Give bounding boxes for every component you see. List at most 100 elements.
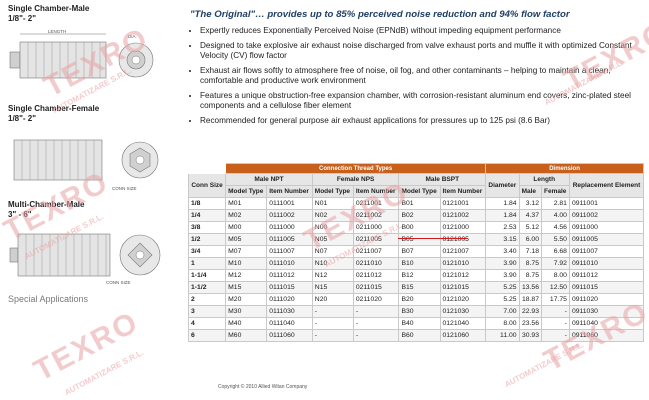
cell-nps-item: - [352, 305, 400, 318]
cell-nps-model: - [311, 305, 354, 318]
band-connection-thread-types: Connection Thread Types [225, 163, 487, 174]
cell-length-male: 30.93 [518, 329, 543, 342]
table-row: 1/4 M02 0111002 N02 0211002 B02 0121002 1.84 4.3… [187, 209, 645, 222]
cell-conn-size: 6 [187, 329, 227, 342]
cell-conn-size: 1/4 [187, 209, 227, 222]
cell-npt-model: M60 [225, 329, 268, 342]
specification-table: Connection Thread Types Dimension Conn S… [187, 163, 645, 342]
cell-conn-size: 4 [187, 317, 227, 330]
cell-npt-item: 0111002 [266, 209, 313, 222]
cell-length-female: - [541, 305, 570, 318]
cell-diameter: 5.25 [485, 293, 520, 306]
cell-npt-item: 0111007 [266, 245, 313, 258]
col-item-number: Item Number [439, 185, 487, 198]
product2-size: 1/8"- 2" [8, 114, 37, 123]
cell-npt-model: M15 [225, 281, 268, 294]
cell-bspt-item: 0121000 [439, 221, 487, 234]
cell-diameter: 1.84 [485, 209, 520, 222]
cell-diameter: 2.53 [485, 221, 520, 234]
conn-size-label-2: CONN SIZE [106, 280, 131, 285]
cell-bspt-model: B10 [398, 257, 441, 270]
cell-diameter: 5.25 [485, 281, 520, 294]
cell-bspt-item: 0121030 [439, 305, 487, 318]
cell-length-female: 4.56 [541, 221, 570, 234]
cell-nps-model: N15 [311, 281, 354, 294]
cell-bspt-item: 0121002 [439, 209, 487, 222]
specification-table-body: 1/8 M01 0111001 N01 0211001 B01 0121001 1.84 3.1… [187, 197, 645, 342]
cell-bspt-item: 0121040 [439, 317, 487, 330]
cell-npt-item: 0111001 [266, 197, 313, 210]
cell-diameter: 3.40 [485, 245, 520, 258]
cell-npt-item: 0111060 [266, 329, 313, 342]
cell-conn-size: 2 [187, 293, 227, 306]
cell-replacement: 0911000 [568, 221, 645, 234]
col-length: Length [518, 173, 570, 186]
cell-npt-model: M01 [225, 197, 268, 210]
cell-npt-model: M40 [225, 317, 268, 330]
col-conn-size: Conn Size [187, 173, 227, 198]
cell-npt-item: 0111015 [266, 281, 313, 294]
col-length-female: Female [541, 185, 570, 198]
table-row: 1-1/4 M12 0111012 N12 0211012 B12 0121012 3.90 8… [187, 269, 645, 282]
cell-bspt-item: 0121007 [439, 245, 487, 258]
cell-bspt-model: B05 [398, 233, 441, 246]
cell-bspt-model: B12 [398, 269, 441, 282]
cell-length-male: 13.56 [518, 281, 543, 294]
cell-conn-size: 1/2 [187, 233, 227, 246]
cell-length-female: 5.50 [541, 233, 570, 246]
cell-conn-size: 3/4 [187, 245, 227, 258]
cell-bspt-model: B30 [398, 305, 441, 318]
cell-npt-item: 0111012 [266, 269, 313, 282]
cell-replacement: 0911005 [568, 233, 645, 246]
cell-nps-item: 0211012 [352, 269, 400, 282]
cell-length-male: 8.75 [518, 269, 543, 282]
cell-bspt-item: 0121020 [439, 293, 487, 306]
cell-conn-size: 3 [187, 305, 227, 318]
cell-nps-model: - [311, 329, 354, 342]
cell-nps-item: - [352, 317, 400, 330]
cell-replacement: 0911015 [568, 281, 645, 294]
cell-npt-model: M00 [225, 221, 268, 234]
cell-replacement: 0911007 [568, 245, 645, 258]
cell-bspt-item: 0121005 [439, 233, 487, 246]
cell-length-male: 6.00 [518, 233, 543, 246]
cell-diameter: 1.84 [485, 197, 520, 210]
copyright: Copyright © 2010 Allied Witan Company [218, 384, 308, 390]
cell-replacement: 0911012 [568, 269, 645, 282]
cell-length-female: 7.92 [541, 257, 570, 270]
cell-npt-model: M12 [225, 269, 268, 282]
cell-conn-size: 1-1/4 [187, 269, 227, 282]
cell-length-male: 5.12 [518, 221, 543, 234]
cell-bspt-item: 0121010 [439, 257, 487, 270]
col-male-bspt: Male BSPT [398, 173, 487, 186]
cell-length-female: 8.00 [541, 269, 570, 282]
table-row: 3/4 M07 0111007 N07 0211007 B07 0121007 3.40 7.1… [187, 245, 645, 258]
cell-replacement: 0911010 [568, 257, 645, 270]
cell-npt-item: 0111040 [266, 317, 313, 330]
cell-conn-size: 1 [187, 257, 227, 270]
cell-nps-item: - [352, 329, 400, 342]
cell-npt-model: M05 [225, 233, 268, 246]
feature-bullet: Recommended for general purpose air exha… [200, 116, 645, 127]
length-label: LENGTH [48, 29, 66, 34]
cell-npt-model: M07 [225, 245, 268, 258]
table-row: 1-1/2 M15 0111015 N15 0211015 B15 0121015 5.25 1… [187, 281, 645, 294]
cell-npt-item: 0111020 [266, 293, 313, 306]
cell-npt-item: 0111010 [266, 257, 313, 270]
special-applications-link[interactable]: Special Applications [8, 294, 88, 304]
cell-bspt-model: B02 [398, 209, 441, 222]
headline: "The Original"… provides up to 85% perce… [190, 9, 570, 20]
cell-nps-item: 0211020 [352, 293, 400, 306]
cell-nps-item: 0211015 [352, 281, 400, 294]
cell-length-male: 23.56 [518, 317, 543, 330]
feature-bullet: Expertly reduces Exponentially Perceived… [200, 26, 645, 37]
cell-replacement: 0911002 [568, 209, 645, 222]
cell-npt-model: M02 [225, 209, 268, 222]
cell-length-male: 3.12 [518, 197, 543, 210]
product1-title: Single Chamber-Male [8, 4, 90, 13]
cell-nps-model: N12 [311, 269, 354, 282]
cell-diameter: 3.90 [485, 257, 520, 270]
red-underline-mark [398, 238, 468, 239]
table-row: 3/8 M00 0111000 N00 0211000 B00 0121000 2.53 5.1… [187, 221, 645, 234]
cell-diameter: 11.00 [485, 329, 520, 342]
